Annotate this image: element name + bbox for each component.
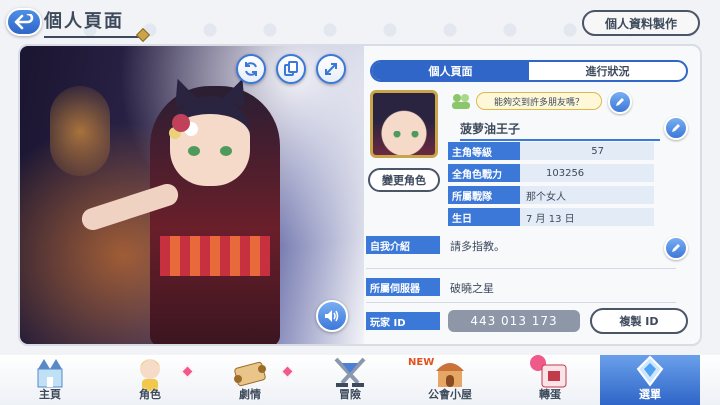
intro-value: 請多指教。 [450, 240, 505, 253]
voice-button[interactable] [316, 300, 348, 332]
stat-row-clan: 所屬戰隊 那个女人 [448, 186, 654, 204]
tab-progress[interactable]: 進行狀況 [529, 62, 686, 80]
avatar[interactable] [370, 90, 438, 158]
nav-item-story[interactable]: 劇情 [200, 355, 300, 405]
nav-item-home[interactable]: 主頁 [0, 355, 100, 405]
stat-value: 7 月 13 日 [520, 208, 654, 226]
nav-item-menu[interactable]: 選單 [600, 355, 700, 405]
expand-icon [325, 63, 337, 75]
speaker-icon [325, 310, 339, 322]
edit-name-button[interactable] [664, 116, 688, 140]
nav-label: 轉蛋 [539, 388, 561, 401]
stat-label: 生日 [448, 208, 520, 226]
nav-label: 冒險 [339, 388, 361, 401]
card-switch-icon [284, 61, 298, 76]
stat-label: 所屬戰隊 [448, 186, 520, 204]
nav-item-character[interactable]: 角色 [100, 355, 200, 405]
server-value: 破曉之星 [450, 282, 494, 295]
pencil-icon [672, 244, 680, 252]
nav-item-guild-house[interactable]: NEW 公會小屋 [400, 355, 500, 405]
friends-icon [452, 94, 470, 109]
nav-item-gacha[interactable]: 轉蛋 [500, 355, 600, 405]
page-title: 個人頁面 [44, 11, 124, 32]
switch-card-button[interactable] [276, 54, 306, 84]
tab-personal-page[interactable]: 個人頁面 [372, 62, 529, 80]
title-bar: 個人頁面 [44, 8, 151, 43]
pencil-icon [672, 124, 680, 132]
back-button[interactable] [6, 8, 42, 36]
nav-label: 角色 [139, 388, 161, 401]
nav-label: 選單 [639, 388, 661, 401]
copy-id-button[interactable]: 複製 ID [590, 308, 688, 334]
change-character-button[interactable]: 變更角色 [368, 168, 440, 192]
server-label: 所屬伺服器 [366, 278, 440, 296]
character-art [20, 46, 364, 344]
make-profile-button[interactable]: 個人資料製作 [582, 10, 700, 36]
profile-tabs: 個人頁面 進行狀況 [370, 60, 688, 82]
stat-row-level: 主角等級 57 [448, 142, 654, 160]
new-badge: NEW [408, 357, 435, 368]
stat-value: 57 [520, 142, 654, 160]
friend-message-bubble: 能夠交到許多朋友嗎？ [476, 92, 602, 110]
pencil-icon [616, 98, 624, 106]
header: 個人頁面 個人資料製作 [0, 0, 720, 44]
stat-row-birthday: 生日 7 月 13 日 [448, 208, 654, 226]
bottom-nav: 主頁 角色 劇情 冒險 NEW 公會小屋 轉蛋 選單 [0, 355, 720, 405]
divider [366, 302, 676, 303]
stat-value: 103256 [520, 164, 654, 182]
notification-badge [281, 365, 294, 378]
edit-intro-button[interactable] [664, 236, 688, 260]
nav-label: 劇情 [239, 388, 261, 401]
nav-item-adventure[interactable]: 冒險 [300, 355, 400, 405]
nav-label: 公會小屋 [428, 388, 472, 401]
refresh-icon [245, 62, 257, 76]
notification-badge [181, 365, 194, 378]
stat-label: 主角等級 [448, 142, 520, 160]
player-id-value: 443 013 173 [448, 310, 580, 332]
stat-value: 那个女人 [520, 186, 654, 204]
refresh-art-button[interactable] [236, 54, 266, 84]
nav-label: 主頁 [39, 388, 61, 401]
profile-panel: 個人頁面 進行狀況 變更角色 能夠交到許多朋友嗎？ 菠萝油王子 主角等級 57 … [18, 44, 702, 346]
edit-message-button[interactable] [608, 90, 632, 114]
stat-label: 全角色戰力 [448, 164, 520, 182]
intro-label: 自我介紹 [366, 236, 440, 254]
player-id-label: 玩家 ID [366, 312, 440, 330]
expand-art-button[interactable] [316, 54, 346, 84]
back-arrow-icon [14, 14, 34, 30]
divider [366, 268, 676, 269]
stat-row-power: 全角色戰力 103256 [448, 164, 654, 182]
player-name: 菠萝油王子 [460, 120, 660, 141]
